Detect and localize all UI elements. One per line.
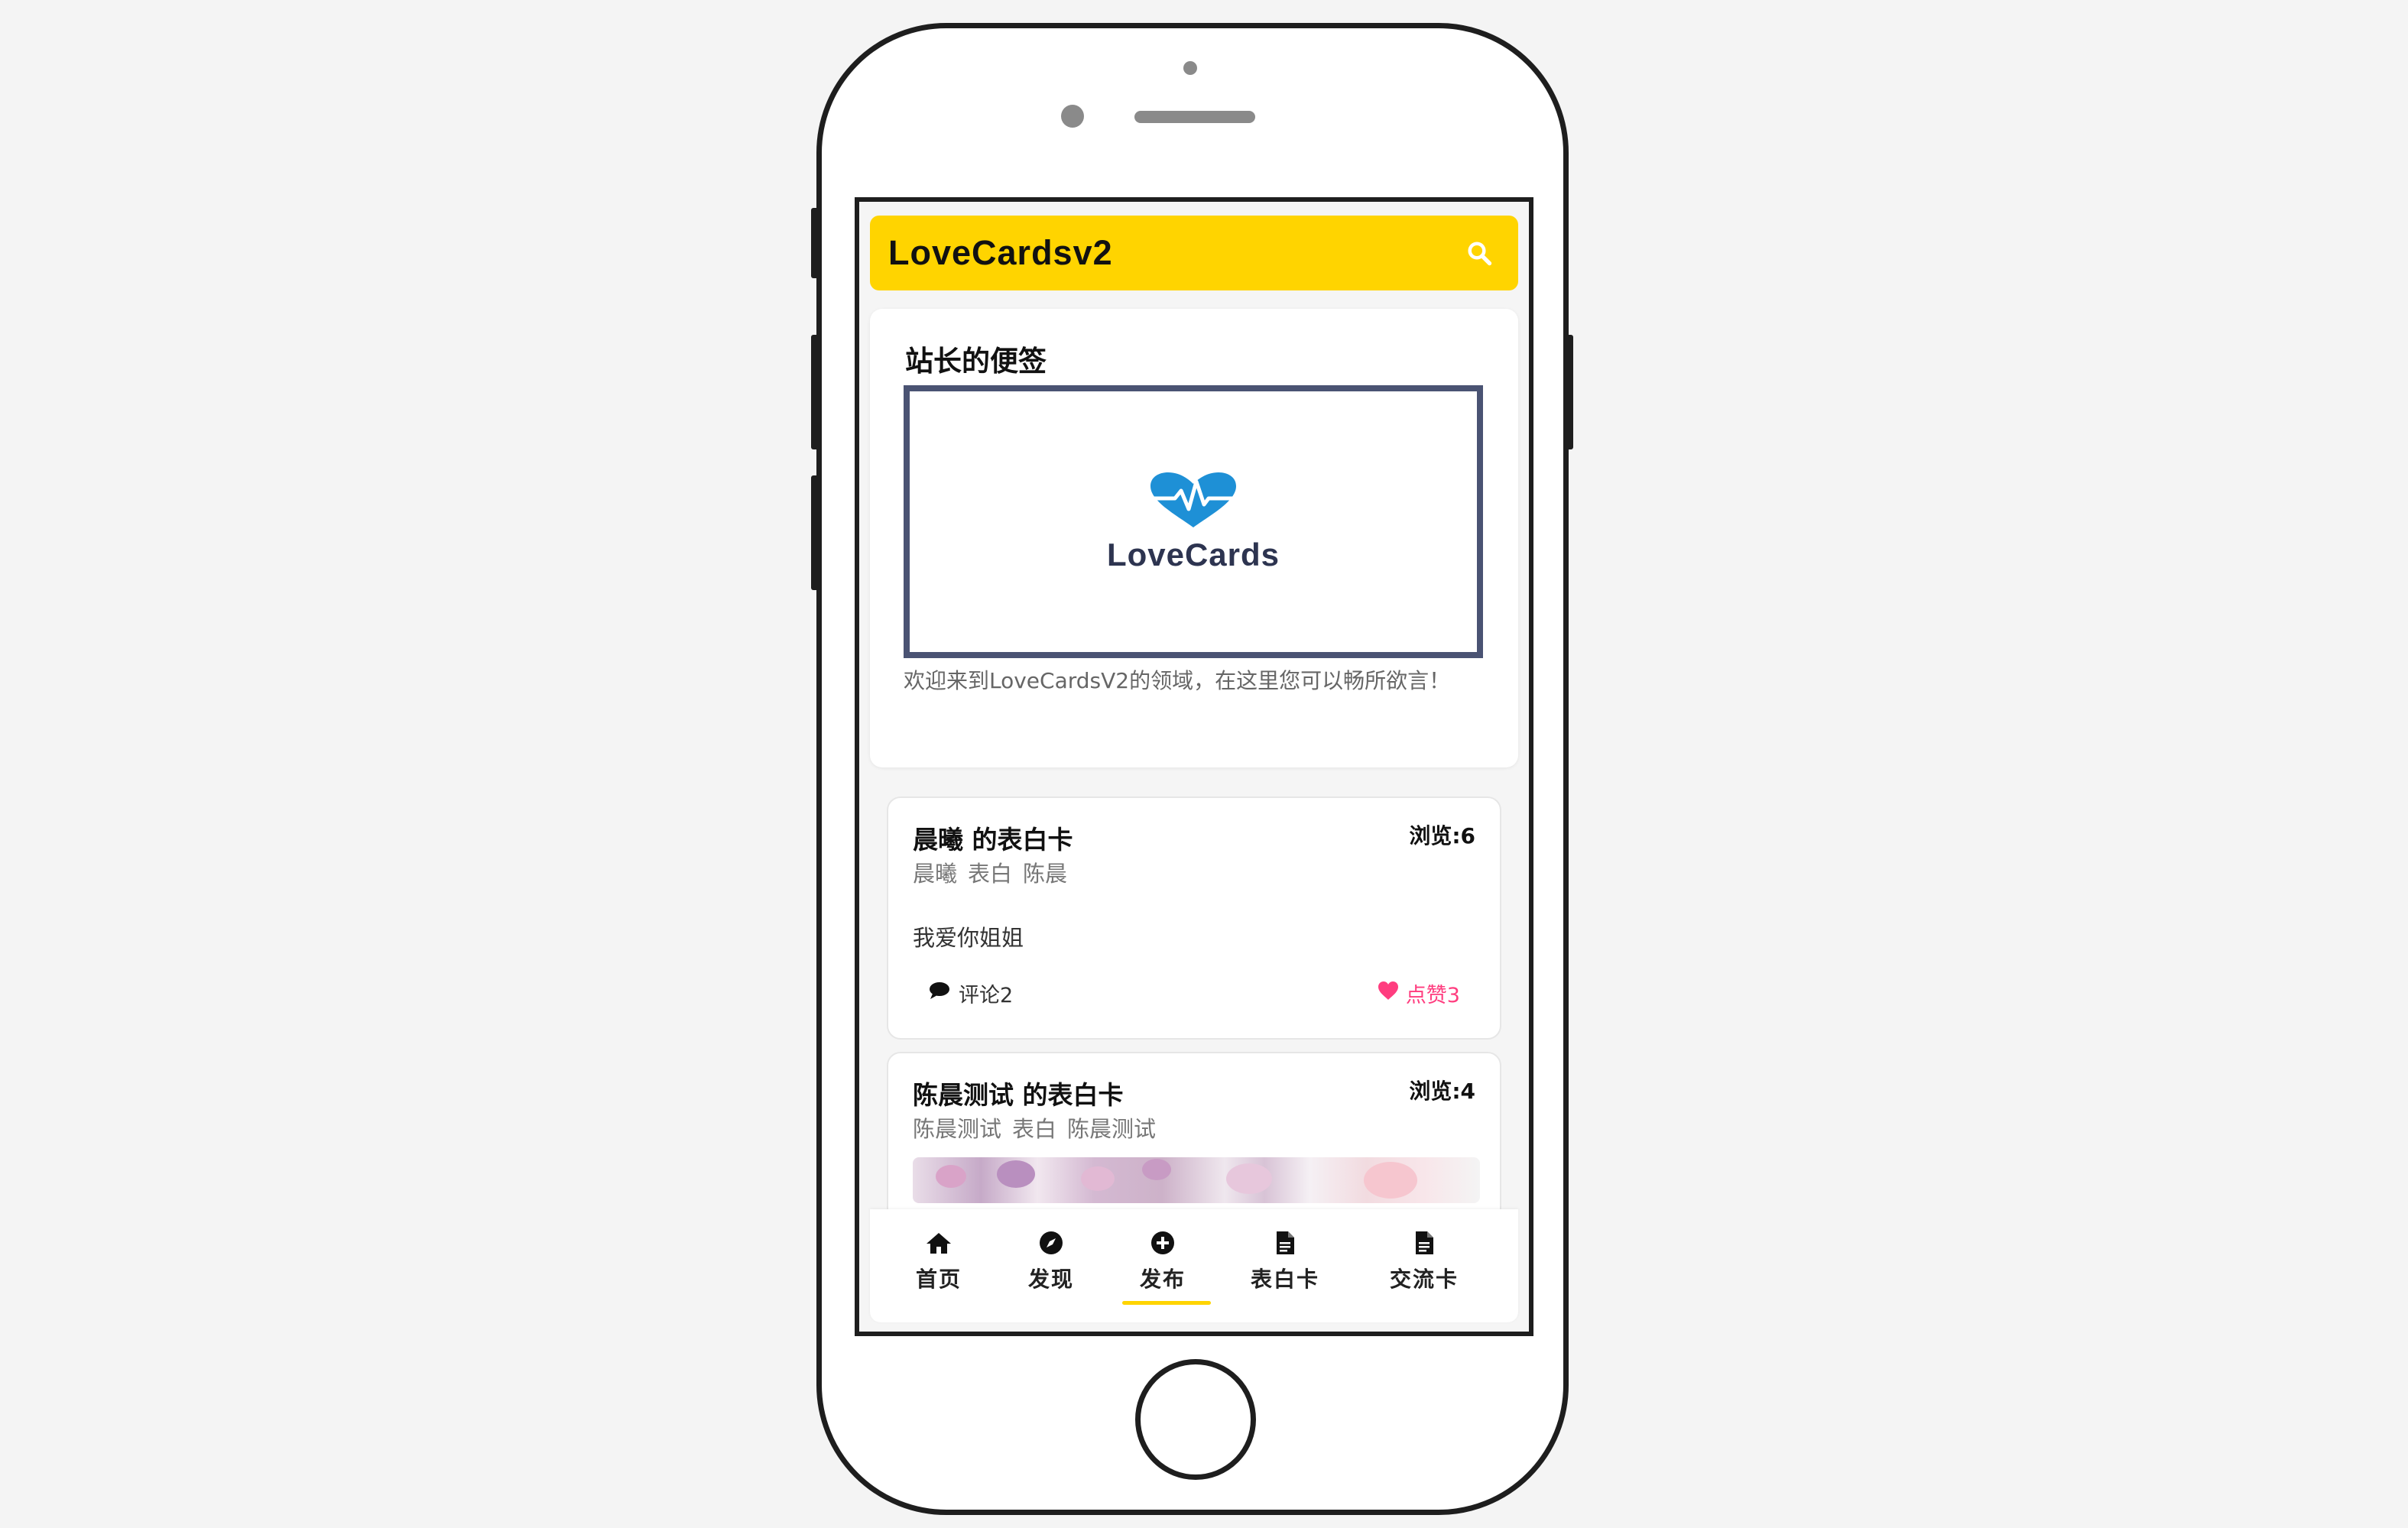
nav-label: 表白卡: [1251, 1267, 1320, 1292]
nav-item-publish[interactable]: 发布: [1140, 1231, 1186, 1293]
notice-description: 欢迎来到LoveCardsV2的领域，在这里您可以畅所欲言！: [904, 668, 1451, 693]
like-button[interactable]: 点赞3: [1377, 978, 1460, 1008]
main-content: 站长的便签 LoveCards 欢迎来到LoveCardsV2的领域，在这里您可…: [859, 309, 1529, 1332]
post-image[interactable]: [913, 1157, 1480, 1203]
post-tags: 晨曦 表白 陈晨: [913, 856, 1067, 888]
mute-switch: [811, 208, 819, 278]
phone-screen: LoveCardsv2 站长的便签 LoveCards 欢迎来到LoveCard…: [855, 197, 1533, 1336]
power-button: [1566, 335, 1573, 449]
post-tag[interactable]: 表白: [1012, 1111, 1056, 1144]
post-tag[interactable]: 陈晨测试: [1067, 1111, 1156, 1144]
plus-circle-icon: [1150, 1231, 1175, 1258]
post-body: 我爱你姐姐: [913, 925, 1024, 951]
post-tag[interactable]: 陈晨: [1023, 856, 1067, 888]
file-icon: [1275, 1231, 1295, 1258]
volume-up-button: [811, 335, 819, 449]
volume-down-button: [811, 475, 819, 590]
post-tags: 陈晨测试 表白 陈晨测试: [913, 1111, 1156, 1144]
nav-item-exchange-cards[interactable]: 交流卡: [1390, 1231, 1459, 1293]
home-button[interactable]: [1135, 1359, 1256, 1480]
like-count: 点赞3: [1405, 984, 1460, 1007]
view-count: 浏览:4: [1409, 1079, 1475, 1104]
active-tab-indicator: [1122, 1301, 1211, 1305]
comment-icon: [928, 981, 951, 1006]
proximity-sensor: [1183, 61, 1197, 75]
nav-label: 交流卡: [1390, 1267, 1459, 1292]
compass-icon: [1039, 1231, 1063, 1258]
view-count: 浏览:6: [1409, 823, 1475, 848]
nav-label: 首页: [916, 1267, 962, 1292]
post-title: 晨曦 的表白卡: [913, 825, 1073, 855]
file-icon: [1414, 1231, 1434, 1258]
admin-notice-card: 站长的便签 LoveCards 欢迎来到LoveCardsV2的领域，在这里您可…: [870, 309, 1518, 767]
front-camera: [1061, 105, 1084, 128]
banner-logo-text: LoveCards: [1106, 536, 1280, 573]
earpiece-speaker: [1134, 111, 1255, 123]
app-header: LoveCardsv2: [870, 216, 1518, 290]
notice-title: 站长的便签: [905, 345, 1047, 378]
app-title: LoveCardsv2: [888, 233, 1113, 272]
heart-pulse-icon: [1146, 471, 1241, 532]
home-icon: [925, 1231, 952, 1258]
nav-label: 发布: [1140, 1267, 1186, 1292]
search-icon[interactable]: [1462, 235, 1497, 271]
bottom-nav: 首页 发现 发布 表白卡 交流卡: [870, 1209, 1518, 1322]
comment-count: 评论2: [959, 984, 1014, 1007]
heart-icon: [1377, 981, 1400, 1006]
nav-label: 发现: [1028, 1267, 1075, 1292]
post-card[interactable]: 晨曦 的表白卡 浏览:6 晨曦 表白 陈晨 我爱你姐姐 评论2 点赞3: [887, 796, 1501, 1040]
notice-banner: LoveCards: [904, 385, 1483, 658]
post-tag[interactable]: 晨曦: [913, 856, 957, 888]
nav-item-confession-cards[interactable]: 表白卡: [1251, 1231, 1319, 1293]
post-tag[interactable]: 表白: [968, 856, 1012, 888]
post-title: 陈晨测试 的表白卡: [913, 1080, 1124, 1110]
nav-item-discover[interactable]: 发现: [1028, 1231, 1074, 1293]
nav-item-home[interactable]: 首页: [916, 1231, 962, 1293]
post-tag[interactable]: 陈晨测试: [913, 1111, 1001, 1144]
comment-button[interactable]: 评论2: [928, 978, 1013, 1008]
